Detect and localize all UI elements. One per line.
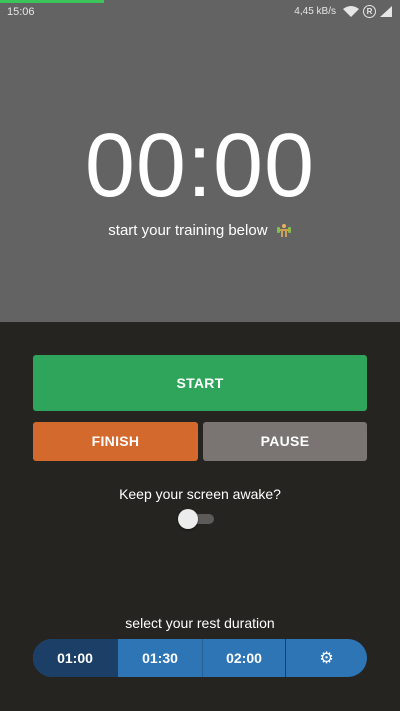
weightlifter-icon <box>276 224 291 237</box>
screen-awake-label: Keep your screen awake? <box>119 486 281 502</box>
start-button[interactable]: START <box>33 355 367 411</box>
network-speed: 4,45 kB/s <box>294 6 336 17</box>
screen-awake-toggle[interactable] <box>178 509 214 529</box>
rest-option-1[interactable]: 01:00 <box>33 639 118 677</box>
status-bar: 15:06 4,45 kB/s R <box>0 0 400 22</box>
timer-display: 00:00 <box>84 116 316 216</box>
rest-settings-button[interactable]: ⚙ <box>286 639 367 677</box>
timer-panel: 15:06 4,45 kB/s R 00:00 start your train… <box>0 0 400 322</box>
rest-option-3[interactable]: 02:00 <box>203 639 286 677</box>
timer-subtitle-text: start your training below <box>108 222 268 239</box>
gear-icon: ⚙ <box>319 650 334 667</box>
timer-subtitle: start your training below <box>0 222 400 239</box>
finish-button[interactable]: FINISH <box>33 422 198 461</box>
toggle-thumb[interactable] <box>178 509 198 529</box>
circle-r-icon: R <box>363 5 376 18</box>
pause-button[interactable]: PAUSE <box>203 422 367 461</box>
status-icons: 4,45 kB/s R <box>294 5 392 18</box>
rest-duration-label: select your rest duration <box>125 615 275 631</box>
signal-icon <box>380 6 392 17</box>
status-time: 15:06 <box>7 6 35 18</box>
rest-duration-selector: 01:00 01:30 02:00 ⚙ <box>33 639 367 677</box>
rest-option-2[interactable]: 01:30 <box>118 639 203 677</box>
wifi-icon <box>343 6 359 17</box>
